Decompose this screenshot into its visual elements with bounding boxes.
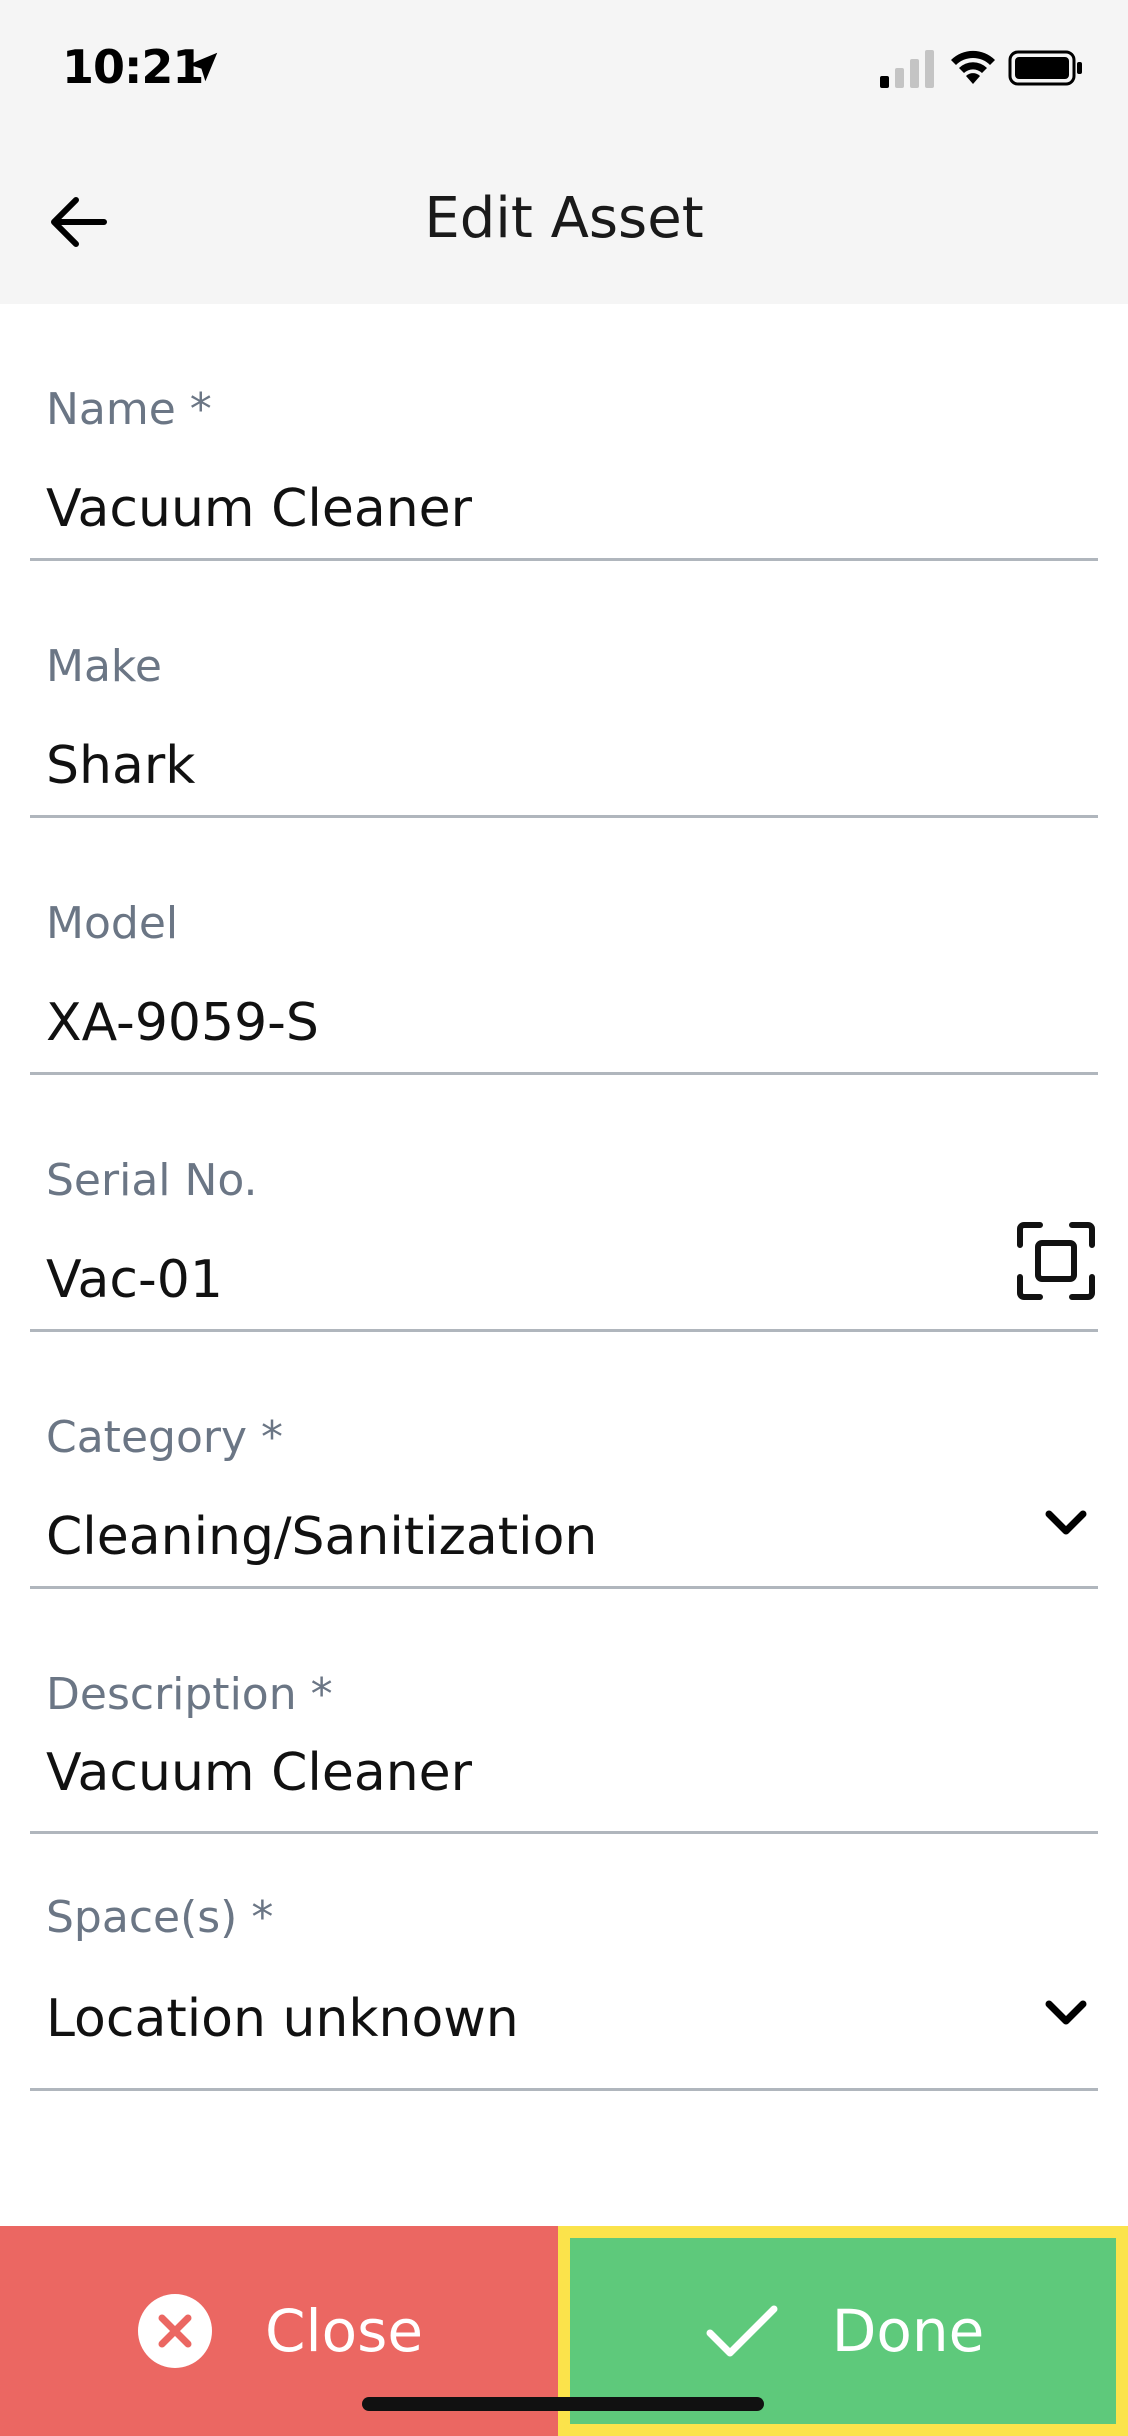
category-label: Category * xyxy=(46,1412,283,1463)
model-input[interactable]: XA-9059-S xyxy=(46,993,319,1053)
name-label: Name * xyxy=(46,384,212,435)
battery-icon xyxy=(1008,50,1082,86)
category-select[interactable]: Cleaning/Sanitization xyxy=(46,1507,597,1567)
spaces-label: Space(s) * xyxy=(46,1892,274,1943)
chevron-down-icon[interactable] xyxy=(1044,1508,1088,1538)
model-field[interactable]: Model XA-9059-S xyxy=(30,818,1098,1075)
spaces-select[interactable]: Location unknown xyxy=(46,1989,519,2049)
chevron-down-icon[interactable] xyxy=(1044,1998,1088,2028)
wifi-icon xyxy=(951,50,995,84)
app-header: Edit Asset xyxy=(0,140,1128,304)
serial-label: Serial No. xyxy=(46,1155,258,1206)
close-button-label: Close xyxy=(265,2297,423,2365)
make-field[interactable]: Make Shark xyxy=(30,561,1098,818)
scan-icon[interactable] xyxy=(1016,1221,1096,1301)
make-input[interactable]: Shark xyxy=(46,736,195,796)
close-circle-icon xyxy=(138,2294,212,2368)
description-label: Description * xyxy=(46,1669,333,1720)
done-button-label: Done xyxy=(831,2297,985,2365)
status-time: 10:21 xyxy=(62,40,204,94)
make-label: Make xyxy=(46,641,162,692)
name-field[interactable]: Name * Vacuum Cleaner xyxy=(30,304,1098,561)
serial-field[interactable]: Serial No. Vac-01 xyxy=(30,1075,1098,1332)
page-title: Edit Asset xyxy=(424,186,704,251)
checkmark-icon xyxy=(706,2305,778,2357)
home-indicator xyxy=(362,2397,764,2411)
model-label: Model xyxy=(46,898,179,949)
name-input[interactable]: Vacuum Cleaner xyxy=(46,479,472,539)
category-field[interactable]: Category * Cleaning/Sanitization xyxy=(30,1332,1098,1589)
status-bar: 10:21 xyxy=(0,0,1128,140)
description-input[interactable]: Vacuum Cleaner xyxy=(46,1743,472,1803)
description-field[interactable]: Description * Vacuum Cleaner xyxy=(30,1589,1098,1834)
spaces-field[interactable]: Space(s) * Location unknown xyxy=(30,1834,1098,2091)
serial-input[interactable]: Vac-01 xyxy=(46,1250,223,1310)
asset-form: Name * Vacuum Cleaner Make Shark Model X… xyxy=(0,304,1128,2091)
location-arrow-icon xyxy=(188,52,218,82)
cellular-signal-icon xyxy=(880,50,934,88)
